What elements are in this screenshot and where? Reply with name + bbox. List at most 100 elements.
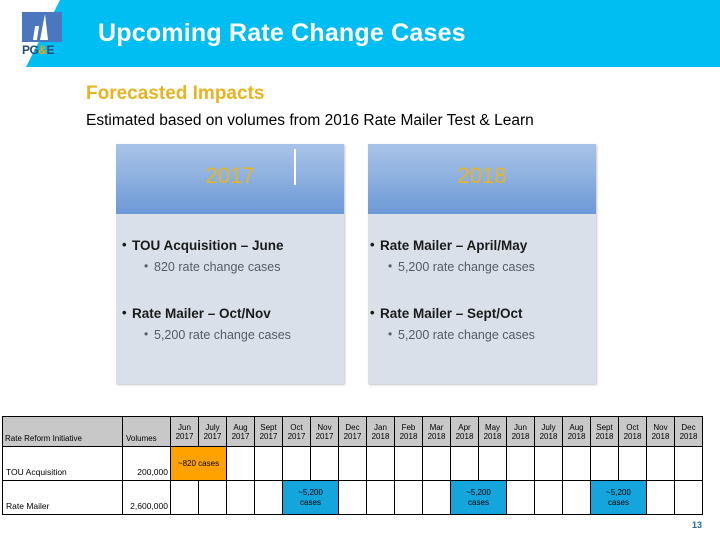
month-year: 2018 [511,431,530,441]
pge-logo-wordmark: PG&E [22,43,66,57]
month-header: Jun 2017 [170,416,199,447]
timeline-empty-cell [534,446,563,481]
month-year: 2018 [455,431,474,441]
timeline-empty-cell [366,446,395,481]
bullet-spacer [368,274,596,296]
month-year: 2018 [371,431,390,441]
pge-logo-e: E [46,43,55,57]
month-name: Jun [178,422,191,432]
month-name: Sept [596,422,613,432]
month-year: 2017 [175,431,194,441]
timeline-empty-cell [478,446,507,481]
year-panel-2017: 2017 TOU Acquisition – June 820 rate cha… [116,144,344,384]
timeline-empty-cell [422,446,451,481]
bar-label-line2: cases [468,497,489,507]
month-year: 2018 [651,431,670,441]
month-year: 2018 [427,431,446,441]
row-label: TOU Acquisition [2,446,123,481]
pge-logo-ampersand: & [38,43,47,57]
timeline-bar-cell: ~5,200 cases [450,480,507,515]
month-name: Oct [290,422,303,432]
timeline-empty-cell [506,480,535,515]
timeline-empty-cell [254,480,283,515]
timeline-empty-cell [394,480,423,515]
month-year: 2018 [567,431,586,441]
timeline-empty-cell [646,446,675,481]
bar-label-line1: ~5,200 [606,487,631,497]
timeline-empty-cell [562,480,591,515]
page-title: Upcoming Rate Change Cases [98,19,466,47]
month-name: Oct [626,422,639,432]
timeline-empty-cell [646,480,675,515]
timeline-empty-cell [450,446,479,481]
timeline-empty-cell [310,446,339,481]
bar-label-line1: ~5,200 [298,487,323,497]
pge-logo-mark [22,12,62,42]
header-volumes: Volumes [122,416,171,447]
month-year: 2017 [203,431,222,441]
bullet-sub: 5,200 rate change cases [368,327,596,342]
year-panel-2017-header: 2017 [116,144,344,214]
month-name: Nov [653,422,668,432]
pge-logo-pg: PG [22,43,39,57]
timeline-bar-cell: ~5,200 cases [590,480,647,515]
timeline-table: Rate Reform Initiative Volumes Jun 2017 Ju… [2,416,703,515]
bullet-sub: 820 rate change cases [116,259,344,274]
row-label: Rate Mailer [2,480,123,515]
month-header: Jan 2018 [366,416,395,447]
month-header: Sept 2017 [254,416,283,447]
timeline-empty-cell [590,446,619,481]
bullet-main: Rate Mailer – Oct/Nov [116,305,344,321]
timeline-empty-cell [562,446,591,481]
timeline-table-head: Rate Reform Initiative Volumes Jun 2017 Ju… [2,416,703,447]
bullet-sub: 5,200 rate change cases [116,327,344,342]
month-name: Dec [681,422,696,432]
year-panel-2017-body: TOU Acquisition – June 820 rate change c… [116,214,344,342]
table-row: Rate Mailer 2,600,000 ~5,200 cases ~5,200 cas… [2,480,703,515]
pge-logo-flame-stem [32,26,40,40]
month-name: Mar [429,422,444,432]
timeline-empty-cell [338,446,367,481]
month-name: Apr [458,422,471,432]
month-header: Aug 2017 [226,416,255,447]
timeline-empty-cell [534,480,563,515]
bullet-main: Rate Mailer – Sept/Oct [368,305,596,321]
year-panel-2018: 2018 Rate Mailer – April/May 5,200 rate … [368,144,596,384]
timeline-empty-cell [282,446,311,481]
month-name: Aug [233,422,248,432]
year-label-2018: 2018 [457,163,507,188]
month-year: 2017 [287,431,306,441]
timeline-empty-cell [226,480,255,515]
month-year: 2017 [343,431,362,441]
month-header: Jun 2018 [506,416,535,447]
timeline-empty-cell [338,480,367,515]
year-panel-2018-body: Rate Mailer – April/May 5,200 rate chang… [368,214,596,342]
month-name: Feb [401,422,416,432]
month-year: 2017 [231,431,250,441]
month-name: Sept [260,422,277,432]
timeline-header-row: Rate Reform Initiative Volumes Jun 2017 Ju… [2,416,703,447]
bar-label-line2: cases [300,497,321,507]
bar-label-line1: ~5,200 [466,487,491,497]
month-header: Dec 2018 [674,416,703,447]
timeline-empty-cell [170,480,199,515]
timeline-empty-cell [422,480,451,515]
month-name: Aug [569,422,584,432]
timeline-table-body: TOU Acquisition 200,000 ~820 cases Rate Mai… [2,446,703,515]
timeline-empty-cell [674,446,703,481]
timeline-bar-cell: ~5,200 cases [282,480,339,515]
row-volume: 200,000 [122,446,171,481]
month-year: 2018 [623,431,642,441]
month-name: May [484,422,501,432]
section-subtitle: Estimated based on volumes from 2016 Rat… [86,112,534,129]
text-caret [294,149,296,185]
month-year: 2018 [595,431,614,441]
year-label-2017: 2017 [205,163,255,188]
month-header: Nov 2018 [646,416,675,447]
month-header: Mar 2018 [422,416,451,447]
section-heading: Forecasted Impacts [86,83,265,104]
bullet-spacer [116,274,344,296]
year-panel-2018-header: 2018 [368,144,596,214]
month-header: Aug 2018 [562,416,591,447]
timeline-empty-cell [254,446,283,481]
